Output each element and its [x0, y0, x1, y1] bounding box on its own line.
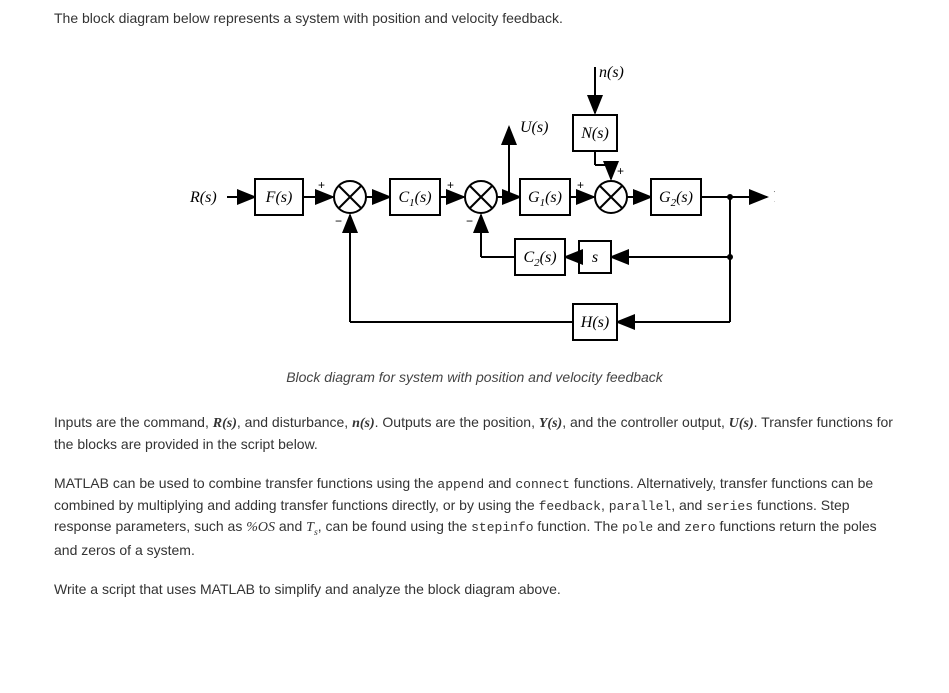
code-connect: connect	[515, 477, 570, 492]
figure-caption: Block diagram for system with position a…	[54, 367, 895, 388]
code-stepinfo: stepinfo	[471, 520, 533, 535]
sym-Ys: Y(s)	[539, 416, 562, 431]
code-zero: zero	[684, 520, 715, 535]
sym-pctOS: %OS	[246, 520, 275, 535]
sign-sum1-minus: −	[335, 214, 342, 228]
sign-sum3-plus-left: +	[577, 178, 584, 192]
block-diagram-svg: R(s) F(s) + C1(s) + U(s) G1(s) + n(s) N(…	[175, 47, 775, 347]
label-ns: n(s)	[599, 64, 624, 81]
sym-Rs: R(s)	[213, 416, 237, 431]
sign-sum2-plus: +	[447, 178, 454, 192]
label-Hs: H(s)	[579, 314, 608, 331]
sym-Us: U(s)	[729, 416, 754, 431]
code-series: series	[706, 499, 753, 514]
sign-sum1-plus: +	[318, 178, 325, 192]
code-pole: pole	[622, 520, 653, 535]
block-diagram-figure: R(s) F(s) + C1(s) + U(s) G1(s) + n(s) N(…	[54, 47, 895, 388]
label-Ys: Y(s)	[773, 189, 775, 206]
sign-sum3-plus-top: +	[617, 164, 624, 178]
intro-text: The block diagram below represents a sys…	[54, 8, 895, 29]
label-s: s	[591, 249, 597, 266]
label-Rs: R(s)	[189, 189, 217, 206]
sym-Ts: Ts	[306, 520, 318, 535]
code-parallel: parallel	[609, 499, 671, 514]
code-append: append	[437, 477, 484, 492]
label-Us: U(s)	[520, 119, 548, 136]
paragraph-inputs-outputs: Inputs are the command, R(s), and distur…	[54, 412, 895, 455]
label-Ns: N(s)	[580, 125, 609, 142]
code-feedback: feedback	[539, 499, 601, 514]
sym-ns: n(s)	[352, 416, 375, 431]
paragraph-matlab: MATLAB can be used to combine transfer f…	[54, 473, 895, 561]
paragraph-task: Write a script that uses MATLAB to simpl…	[54, 579, 895, 600]
sign-sum2-minus: −	[466, 214, 473, 228]
label-Fs: F(s)	[264, 189, 292, 206]
